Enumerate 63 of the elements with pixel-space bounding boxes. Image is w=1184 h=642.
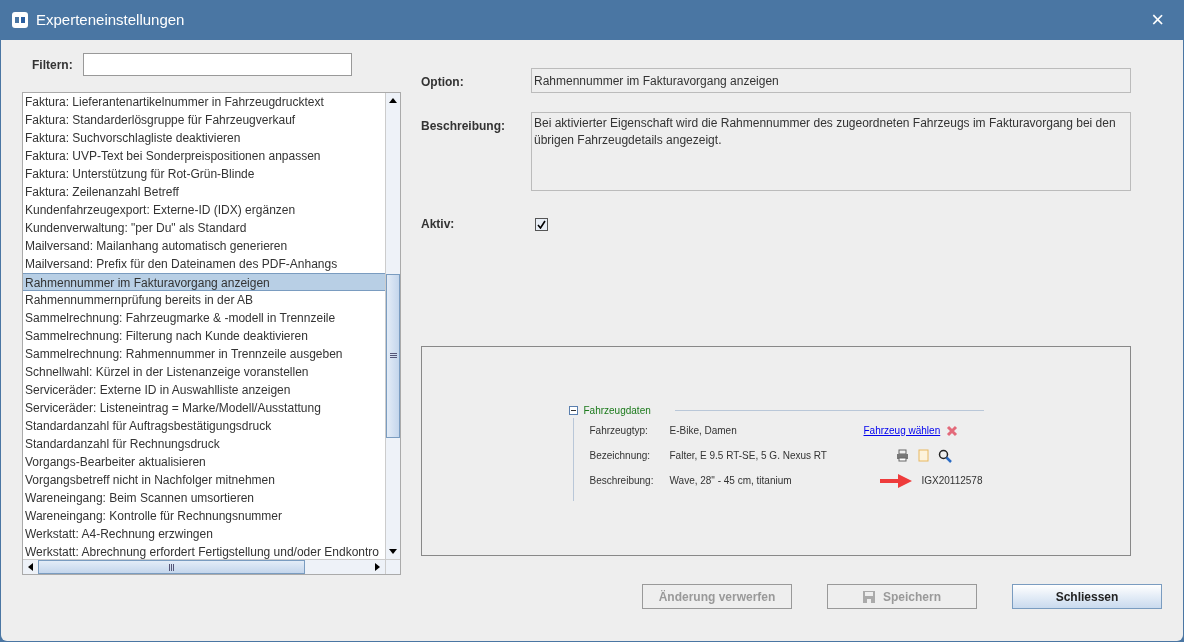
option-field: Rahmennummer im Fakturavorgang anzeigen	[531, 68, 1131, 93]
left-arrow-icon	[28, 563, 33, 571]
search-icon[interactable]	[937, 448, 952, 463]
list-item[interactable]: Faktura: Unterstützung für Rot-Grün-Blinde	[23, 165, 385, 183]
app-logo-icon	[12, 12, 28, 28]
group-title: Fahrzeugdaten	[583, 404, 651, 418]
field-value: Falter, E 9.5 RT-SE, 5 G. Nexus RT	[669, 449, 828, 463]
grip-icon	[168, 563, 175, 571]
vertical-scrollbar[interactable]	[385, 93, 400, 559]
filter-field[interactable]	[82, 53, 352, 76]
frame-number: IGX20112578	[921, 474, 983, 488]
printer-icon[interactable]	[895, 449, 909, 462]
list-item[interactable]: Kundenverwaltung: "per Du" als Standard	[23, 219, 385, 237]
close-dialog-button[interactable]: Schliessen	[1012, 584, 1162, 609]
right-arrow-icon	[375, 563, 380, 571]
list-item[interactable]: Vorgangs-Bearbeiter aktualisieren	[23, 453, 385, 471]
list-item[interactable]: Kundenfahrzeugexport: Externe-ID (IDX) ergänzen	[23, 201, 385, 219]
field-label: Bezeichnung:	[589, 449, 652, 463]
choose-vehicle-link[interactable]: Fahrzeug wählen	[863, 423, 941, 438]
close-button[interactable]: ×	[1143, 9, 1172, 31]
list-item[interactable]: Schnellwahl: Kürzel in der Listenanzeige voranstellen	[23, 363, 385, 381]
list-item[interactable]: Faktura: Suchvorschlagliste deaktivieren	[23, 129, 385, 147]
list-item[interactable]: Rahmennummer im Fakturavorgang anzeigen	[23, 273, 385, 291]
description-field: Bei aktivierter Eigenschaft wird die Rahmennummer des zugeordneten Fahrzeugs im Fakturavorgang bei den übrigen Fahrzeugdetails angezeigt.	[531, 112, 1131, 191]
list-item[interactable]: Standardanzahl für Rechnungsdruck	[23, 435, 385, 453]
checkmark-icon	[537, 219, 546, 229]
grip-icon	[389, 353, 397, 359]
list-item[interactable]: Werkstatt: A4-Rechnung erzwingen	[23, 525, 385, 543]
active-checkbox[interactable]	[535, 217, 548, 231]
field-label: Beschreibung:	[589, 474, 655, 488]
filter-label: Filtern:	[32, 56, 73, 74]
list-item[interactable]: Werkstatt: Abrechnung erfordert Fertigstellung und/oder Endkontro	[23, 543, 385, 559]
field-label: Fahrzeugtyp:	[589, 424, 649, 438]
list-item[interactable]: Rahmennummernprüfung bereits in der AB	[23, 291, 385, 309]
list-item[interactable]: Sammelrechnung: Fahrzeugmarke & -modell in Trennzeile	[23, 309, 385, 327]
horizontal-scrollbar[interactable]	[23, 559, 400, 574]
list-item[interactable]: Standardanzahl für Auftragsbestätigungsdruck	[23, 417, 385, 435]
list-item[interactable]: Wareneingang: Kontrolle für Rechnungsnummer	[23, 507, 385, 525]
list-item[interactable]: Wareneingang: Beim Scannen umsortieren	[23, 489, 385, 507]
list-item[interactable]: Sammelrechnung: Rahmennummer in Trennzeile ausgeben	[23, 345, 385, 363]
list-item[interactable]: Sammelrechnung: Filterung nach Kunde deaktivieren	[23, 327, 385, 345]
list-item[interactable]: Faktura: Zeilenanzahl Betreff	[23, 183, 385, 201]
description-label: Beschreibung:	[421, 118, 506, 135]
window-title: Experteneinstellungen	[36, 9, 185, 30]
arrow-icon	[879, 473, 912, 488]
list-item[interactable]: Mailversand: Prefix für den Dateinamen des PDF-Anhangs	[23, 255, 385, 273]
list-item[interactable]: Serviceräder: Externe ID in Auswahlliste anzeigen	[23, 381, 385, 399]
field-value: Wave, 28" - 45 cm, titanium	[669, 474, 793, 488]
up-arrow-icon	[389, 98, 397, 103]
list-item[interactable]: Serviceräder: Listeneintrag = Marke/Modell/Ausstattung	[23, 399, 385, 417]
scrollbar-thumb[interactable]	[38, 560, 305, 574]
list-item[interactable]: Faktura: Standarderlösgruppe für Fahrzeugverkauf	[23, 111, 385, 129]
collapse-toggle[interactable]	[568, 406, 578, 415]
scrollbar-thumb[interactable]	[386, 274, 400, 438]
option-label: Option:	[421, 74, 465, 91]
list-item[interactable]: Faktura: UVP-Text bei Sonderpreispositionen anpassen	[23, 147, 385, 165]
delete-icon[interactable]	[946, 424, 959, 437]
list-item[interactable]: Vorgangsbetreff nicht in Nachfolger mitnehmen	[23, 471, 385, 489]
list-item[interactable]: Faktura: Lieferantenartikelnummer in Fahrzeugdrucktext	[23, 93, 385, 111]
list-item[interactable]: Mailversand: Mailanhang automatisch generieren	[23, 237, 385, 255]
down-arrow-icon	[389, 549, 397, 554]
field-value: E-Bike, Damen	[669, 424, 738, 438]
active-label: Aktiv:	[421, 216, 456, 233]
